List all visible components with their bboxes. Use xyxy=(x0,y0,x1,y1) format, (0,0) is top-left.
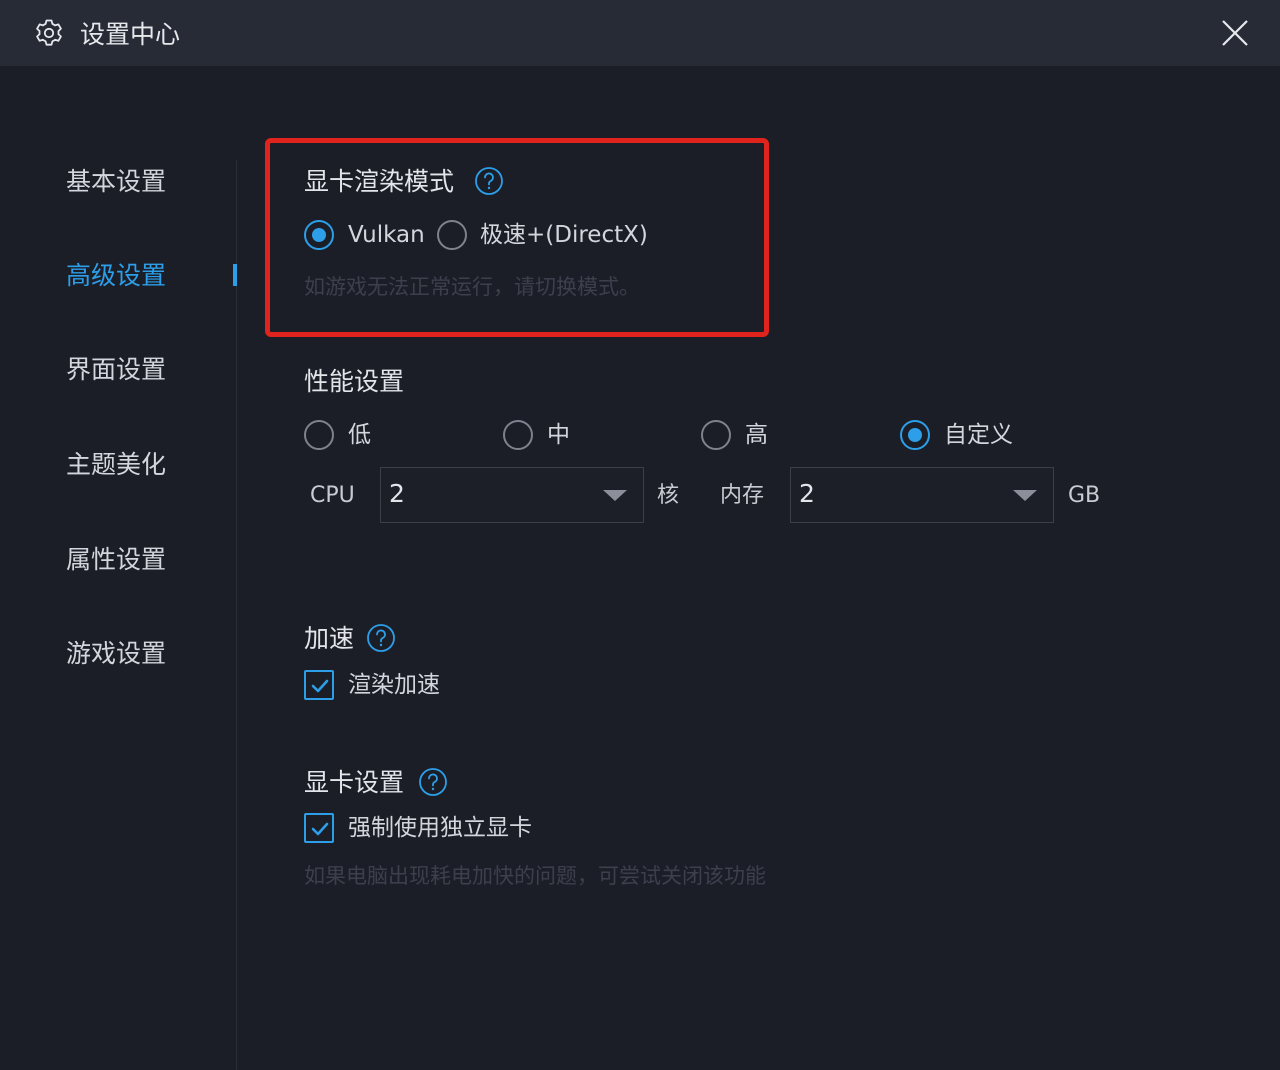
chevron-down-icon xyxy=(603,490,627,501)
force-dedicated-gpu-label[interactable]: 强制使用独立显卡 xyxy=(348,813,532,843)
force-dedicated-gpu-checkbox[interactable] xyxy=(304,813,334,843)
radio-perf-low-label[interactable]: 低 xyxy=(348,420,371,450)
help-icon[interactable] xyxy=(366,623,396,653)
sidebar-item-advanced[interactable]: 高级设置 xyxy=(66,260,166,292)
performance-title: 性能设置 xyxy=(304,367,405,396)
radio-perf-low[interactable] xyxy=(304,420,334,450)
title-bar: 设置中心 xyxy=(0,0,1280,66)
gpu-settings-title: 显卡设置 xyxy=(304,768,405,797)
memory-label: 内存 xyxy=(720,483,765,508)
window-title: 设置中心 xyxy=(80,20,181,49)
gear-icon xyxy=(36,19,62,46)
radio-perf-mid-label[interactable]: 中 xyxy=(547,420,570,450)
radio-perf-mid[interactable] xyxy=(503,420,533,450)
highlight-annotation xyxy=(265,138,769,337)
radio-perf-high[interactable] xyxy=(701,420,731,450)
gpu-settings-hint: 如果电脑出现耗电加快的问题，可尝试关闭该功能 xyxy=(304,864,766,888)
cpu-label: CPU xyxy=(310,483,355,508)
sidebar-item-interface[interactable]: 界面设置 xyxy=(66,354,166,386)
cpu-select-value: 2 xyxy=(389,479,405,508)
active-nav-indicator xyxy=(233,264,237,286)
memory-select[interactable]: 2 xyxy=(790,467,1054,523)
cpu-unit: 核 xyxy=(657,483,680,508)
sidebar-item-properties[interactable]: 属性设置 xyxy=(66,544,166,576)
chevron-down-icon xyxy=(1013,490,1037,501)
checkmark-icon xyxy=(311,822,329,836)
radio-perf-high-label[interactable]: 高 xyxy=(745,420,768,450)
sidebar-item-game[interactable]: 游戏设置 xyxy=(66,638,166,670)
sidebar-item-theme[interactable]: 主题美化 xyxy=(66,449,166,481)
help-icon[interactable] xyxy=(418,767,448,797)
memory-unit: GB xyxy=(1068,483,1101,508)
acceleration-title: 加速 xyxy=(304,624,355,653)
sidebar-divider xyxy=(236,160,237,1070)
render-acceleration-label[interactable]: 渲染加速 xyxy=(348,670,440,700)
render-acceleration-checkbox[interactable] xyxy=(304,670,334,700)
checkmark-icon xyxy=(311,679,329,693)
cpu-select[interactable]: 2 xyxy=(380,467,644,523)
radio-perf-custom-label[interactable]: 自定义 xyxy=(944,420,1013,450)
memory-select-value: 2 xyxy=(799,479,815,508)
close-icon[interactable] xyxy=(1214,13,1256,55)
sidebar-item-basic[interactable]: 基本设置 xyxy=(66,166,166,198)
radio-perf-custom[interactable] xyxy=(900,420,930,450)
